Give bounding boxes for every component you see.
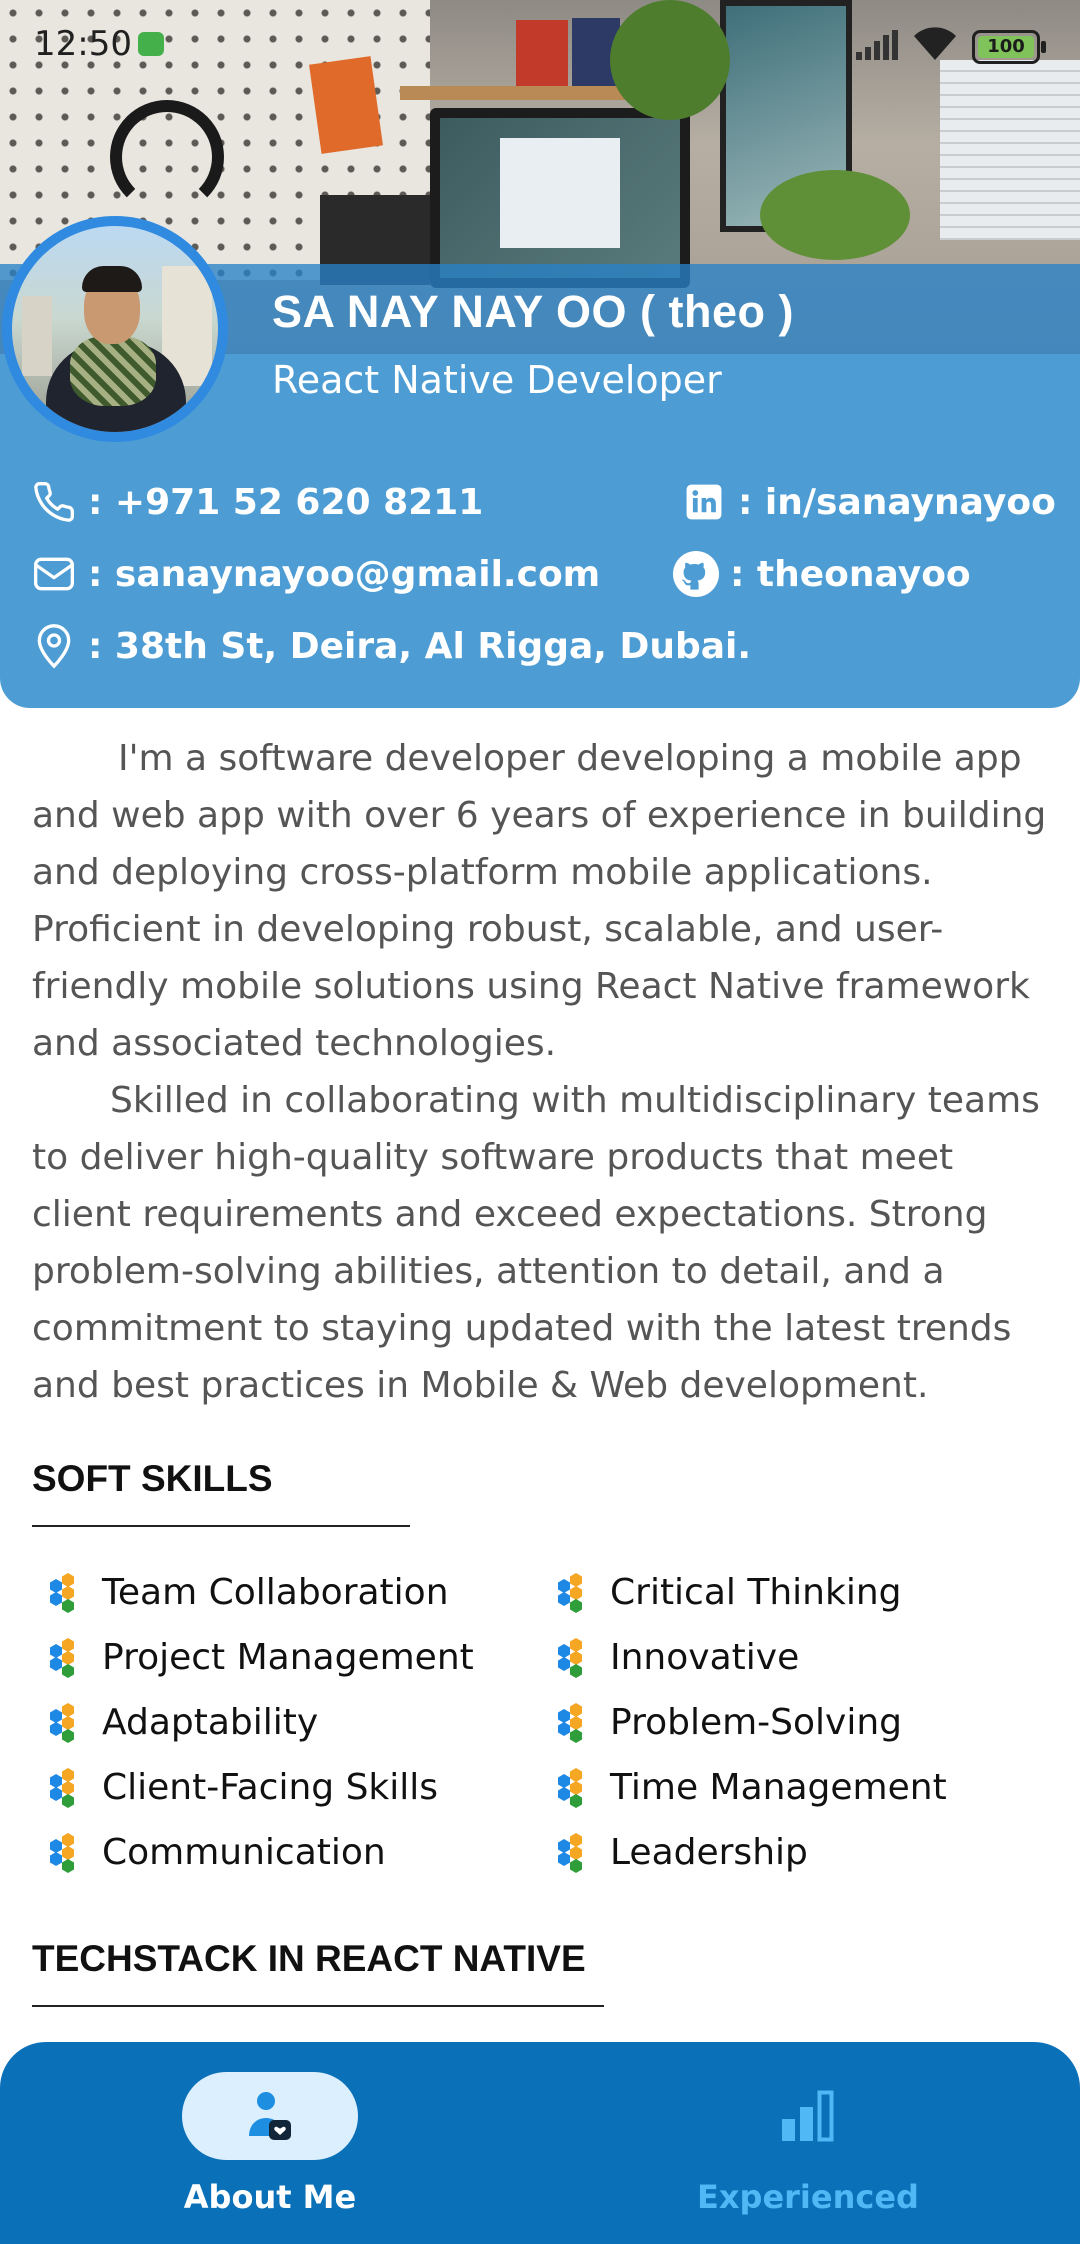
contact-linkedin[interactable]: : in/sanaynayoo [680, 478, 1056, 526]
techstack-divider [32, 2005, 604, 2007]
about-section: I'm a software developer developing a mo… [32, 730, 1052, 1414]
soft-skill-item: Critical Thinking [548, 1560, 1048, 1625]
bottom-navigation: About Me Experienced [0, 2042, 1080, 2244]
battery-level: 100 [978, 36, 1034, 58]
hexagon-cluster-icon [50, 1572, 74, 1613]
hexagon-cluster-icon [558, 1702, 582, 1743]
soft-skills-divider [32, 1525, 410, 1527]
soft-skill-item: Leadership [548, 1820, 1048, 1885]
profile-role: React Native Developer [272, 358, 722, 402]
soft-skill-label: Problem-Solving [610, 1702, 903, 1743]
tab-experienced-label: Experienced [697, 2178, 919, 2216]
android-notification-icon [138, 32, 164, 56]
soft-skill-label: Project Management [102, 1637, 474, 1678]
contact-phone[interactable]: : +971 52 620 8211 [30, 478, 483, 526]
soft-skill-item: Client-Facing Skills [40, 1755, 548, 1820]
soft-skills-list: Team Collaboration Critical Thinking Proje… [40, 1560, 1050, 1885]
soft-skill-item: Communication [40, 1820, 548, 1885]
contact-phone-text: : +971 52 620 8211 [88, 481, 484, 523]
hexagon-cluster-icon [558, 1832, 582, 1873]
techstack-title: TECHSTACK IN REACT NATIVE [32, 1938, 586, 1979]
soft-skill-label: Client-Facing Skills [102, 1767, 439, 1808]
soft-skill-label: Innovative [610, 1637, 800, 1678]
soft-skill-label: Time Management [610, 1767, 947, 1808]
soft-skill-label: Critical Thinking [610, 1572, 902, 1613]
contact-address[interactable]: : 38th St, Deira, Al Rigga, Dubai. [30, 622, 751, 670]
plant-decor [760, 170, 910, 260]
contact-email-text: : sanaynayoo@gmail.com [88, 553, 601, 595]
soft-skill-item: Time Management [548, 1755, 1048, 1820]
monitor-decor [430, 108, 690, 288]
about-paragraph: I'm a software developer developing a mo… [32, 738, 1047, 1064]
phone-icon [30, 478, 78, 526]
hexagon-cluster-icon [50, 1702, 74, 1743]
contact-linkedin-text: : in/sanaynayoo [738, 481, 1056, 523]
linkedin-icon [680, 478, 728, 526]
hexagon-cluster-icon [50, 1767, 74, 1808]
soft-skill-label: Team Collaboration [102, 1572, 449, 1613]
status-bar: 12:50 100 [0, 0, 1080, 90]
location-pin-icon [30, 622, 78, 670]
headphones-decor [110, 100, 224, 214]
soft-skill-item: Problem-Solving [548, 1690, 1048, 1755]
contact-email[interactable]: : sanaynayoo@gmail.com [30, 550, 600, 598]
signal-icon [856, 30, 898, 60]
tab-about-me-active-indicator [182, 2072, 358, 2160]
user-icon [249, 2092, 291, 2140]
contact-address-text: : 38th St, Deira, Al Rigga, Dubai. [88, 625, 752, 667]
profile-name: SA NAY NAY OO ( theo ) [272, 286, 794, 337]
status-time: 12:50 [34, 24, 132, 64]
hexagon-cluster-icon [558, 1572, 582, 1613]
soft-skill-item: Innovative [548, 1625, 1048, 1690]
tab-experienced-icon-wrap [720, 2072, 896, 2160]
bar-chart-icon [782, 2090, 834, 2142]
battery-icon: 100 [972, 30, 1046, 64]
soft-skills-title: SOFT SKILLS [32, 1458, 273, 1499]
hexagon-cluster-icon [50, 1832, 74, 1873]
avatar [2, 216, 228, 442]
tab-experienced[interactable]: Experienced [628, 2072, 988, 2216]
profile-photo [12, 226, 218, 432]
soft-skill-label: Adaptability [102, 1702, 319, 1743]
contact-github[interactable]: : theonayoo [672, 550, 971, 598]
hexagon-cluster-icon [50, 1637, 74, 1678]
tab-about-me[interactable]: About Me [90, 2072, 450, 2216]
tab-about-me-label: About Me [183, 2178, 357, 2216]
soft-skill-label: Communication [102, 1832, 386, 1873]
soft-skill-item: Adaptability [40, 1690, 548, 1755]
github-icon [672, 550, 720, 598]
about-paragraph: Skilled in collaborating with multidisci… [32, 1080, 1040, 1406]
mail-icon [30, 550, 78, 598]
contact-github-text: : theonayoo [730, 553, 971, 595]
hexagon-cluster-icon [558, 1637, 582, 1678]
soft-skill-item: Team Collaboration [40, 1560, 548, 1625]
hexagon-cluster-icon [558, 1767, 582, 1808]
wifi-icon [914, 27, 956, 60]
soft-skill-item: Project Management [40, 1625, 548, 1690]
soft-skill-label: Leadership [610, 1832, 808, 1873]
